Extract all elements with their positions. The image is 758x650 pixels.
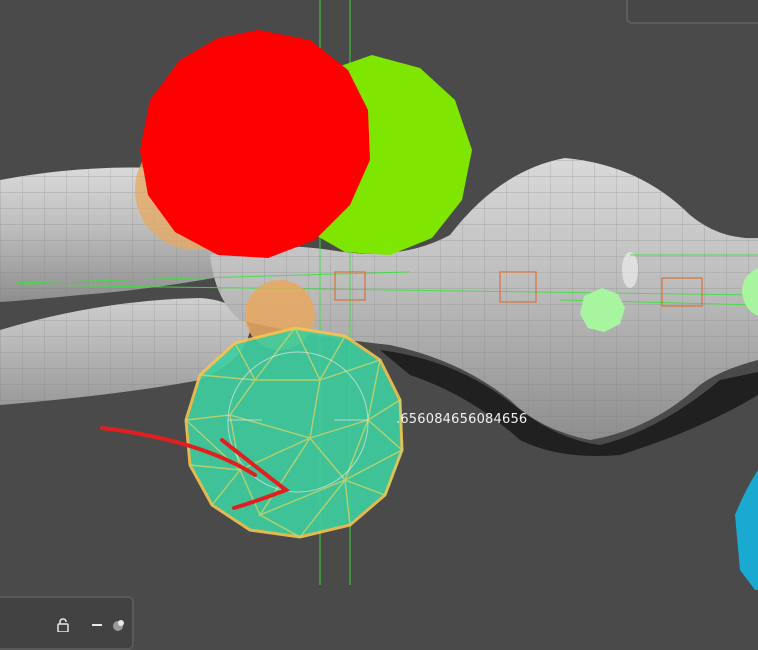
3d-viewport[interactable]: .656084656084656	[0, 0, 758, 637]
minus-icon[interactable]	[92, 624, 102, 626]
lock-icon[interactable]	[56, 618, 70, 632]
bottom-left-toolbar[interactable]	[0, 596, 134, 650]
top-right-panel[interactable]	[626, 0, 758, 24]
selected-icosphere[interactable]	[184, 326, 404, 539]
cyan-object[interactable]	[735, 470, 758, 590]
measurement-readout: .656084656084656	[396, 412, 528, 427]
viewport-canvas[interactable]	[0, 0, 758, 637]
sphere-icon[interactable]	[112, 618, 126, 632]
